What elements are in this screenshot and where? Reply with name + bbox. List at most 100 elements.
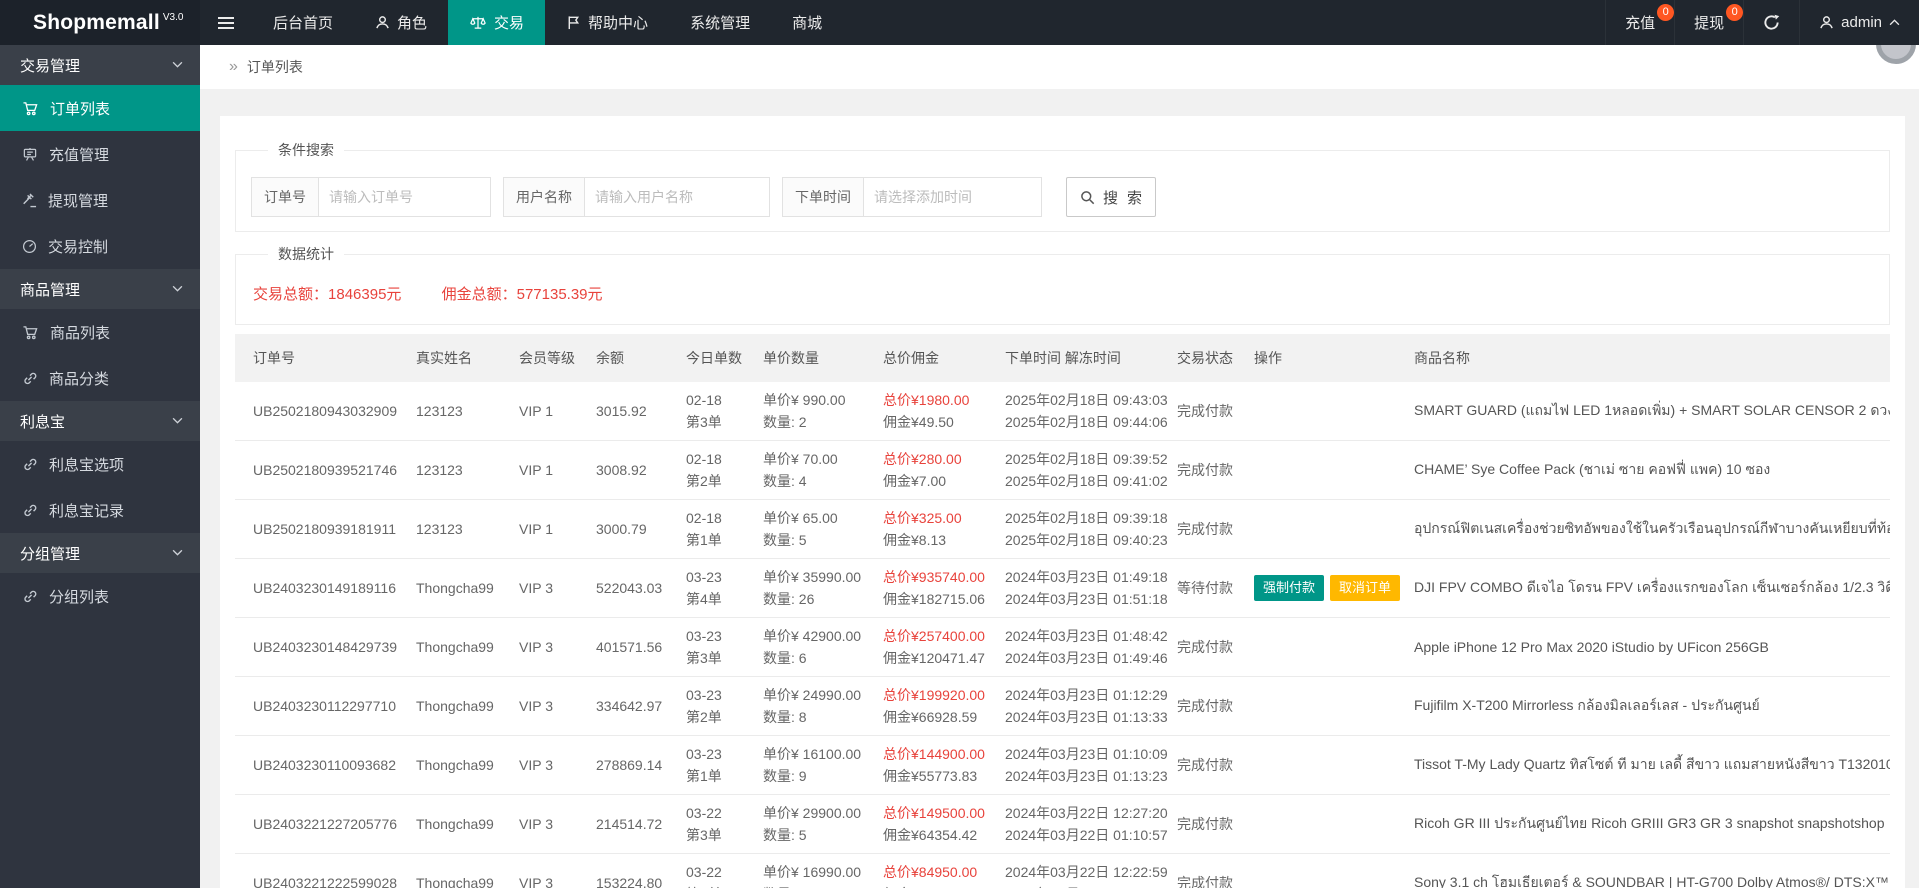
actions-cell bbox=[1246, 382, 1406, 441]
column-header: 下单时间 解冻时间 bbox=[997, 334, 1169, 382]
today-order-count: 第3单 bbox=[686, 414, 722, 430]
vip-level-cell: VIP 1 bbox=[511, 440, 588, 500]
nav-item-角色[interactable]: 角色 bbox=[354, 0, 448, 45]
app-logo: Shopmemall V3.0 bbox=[0, 0, 200, 45]
chevron-down-icon bbox=[172, 549, 183, 556]
unfreeze-time: 2024年03月22日 12:28:09 bbox=[1005, 883, 1168, 888]
unit-price: 单价¥ 42900.00 bbox=[763, 628, 862, 644]
today-date: 02-18 bbox=[686, 510, 722, 526]
real-name-cell: Thongcha99 bbox=[408, 558, 511, 618]
sidebar-item-label: 商品分类 bbox=[49, 370, 110, 388]
order-time: 2024年03月23日 01:49:18 bbox=[1005, 569, 1168, 585]
user-icon bbox=[1819, 15, 1834, 30]
search-input-下单时间[interactable] bbox=[864, 177, 1042, 217]
sidebar-group-分组管理[interactable]: 分组管理 bbox=[0, 533, 200, 573]
sidebar-item-label: 订单列表 bbox=[50, 100, 111, 118]
commission: 佣金¥49.50 bbox=[883, 414, 954, 430]
force-pay-button[interactable]: 强制付款 bbox=[1254, 575, 1325, 601]
sidebar-item-label: 提现管理 bbox=[48, 192, 109, 210]
unit-price-qty-cell: 单价¥ 35990.00 数量: 26 bbox=[755, 558, 875, 618]
top-navbar: Shopmemall V3.0 后台首页 角色 交易 帮助中心 系统管理 商城 充值 0 … bbox=[0, 0, 1919, 45]
sidebar-group-label: 交易管理 bbox=[20, 57, 81, 75]
order-no-cell: UB2403230149189116 bbox=[235, 558, 408, 618]
column-header: 真实姓名 bbox=[408, 334, 511, 382]
admin-user-menu[interactable]: admin bbox=[1799, 0, 1919, 45]
actions-cell: 强制付款 取消订单 bbox=[1246, 558, 1406, 618]
search-group-订单号: 订单号 bbox=[251, 177, 491, 217]
nav-item-商城[interactable]: 商城 bbox=[771, 0, 843, 45]
balance-cell: 278869.14 bbox=[588, 735, 678, 795]
order-no-cell: UB2403230148429739 bbox=[235, 617, 408, 677]
user-icon bbox=[375, 15, 390, 30]
sidebar-item-利息宝记录[interactable]: 利息宝记录 bbox=[0, 487, 200, 533]
nav-item-后台首页[interactable]: 后台首页 bbox=[252, 0, 354, 45]
sidebar-item-充值管理[interactable]: 充值管理 bbox=[0, 131, 200, 177]
chevron-down-icon bbox=[172, 61, 183, 68]
unfreeze-time: 2025年02月18日 09:40:23 bbox=[1005, 532, 1168, 548]
total-commission-cell: 总价¥144900.00 佣金¥55773.83 bbox=[875, 735, 997, 795]
cancel-order-button[interactable]: 取消订单 bbox=[1330, 575, 1401, 601]
sidebar-group-label: 利息宝 bbox=[20, 413, 66, 431]
sidebar-toggle-button[interactable] bbox=[200, 0, 252, 45]
sidebar-item-交易控制[interactable]: 交易控制 bbox=[0, 223, 200, 269]
vip-level-cell: VIP 3 bbox=[511, 676, 588, 736]
order-no-cell: UB2502180939521746 bbox=[235, 440, 408, 500]
commission: 佣金¥61289.92 bbox=[883, 883, 989, 888]
column-header: 会员等级 bbox=[511, 334, 588, 382]
recharge-menu-item[interactable]: 充值 0 bbox=[1605, 0, 1675, 45]
total-price: 总价¥1980.00 bbox=[883, 392, 970, 408]
actions-cell bbox=[1246, 676, 1406, 736]
total-commission-cell: 总价¥84950.00 佣金¥61289.92 bbox=[875, 853, 997, 888]
sidebar-item-订单列表[interactable]: 订单列表 bbox=[0, 85, 200, 131]
unfreeze-time: 2025年02月18日 09:44:06 bbox=[1005, 414, 1168, 430]
real-name-cell: Thongcha99 bbox=[408, 735, 511, 795]
today-orders-cell: 03-23 第2单 bbox=[678, 676, 755, 736]
commission: 佣金¥120471.47 bbox=[883, 650, 985, 666]
sidebar-group-商品管理[interactable]: 商品管理 bbox=[0, 269, 200, 309]
unit-price: 单价¥ 16990.00 bbox=[763, 864, 862, 880]
search-input-用户名称[interactable] bbox=[585, 177, 770, 217]
balance-cell: 522043.03 bbox=[588, 558, 678, 618]
column-header: 交易状态 bbox=[1169, 334, 1246, 382]
today-orders-cell: 03-23 第1单 bbox=[678, 735, 755, 795]
search-button[interactable]: 搜索 bbox=[1066, 177, 1157, 217]
total-price: 总价¥280.00 bbox=[883, 451, 962, 467]
nav-item-帮助中心[interactable]: 帮助中心 bbox=[545, 0, 669, 45]
nav-item-交易[interactable]: 交易 bbox=[448, 0, 546, 45]
product-name-cell: DJI FPV COMBO ดีเจไอ โดรน FPV เครื่องแรก… bbox=[1406, 558, 1890, 618]
balance-cell: 3015.92 bbox=[588, 382, 678, 441]
product-name-cell: SMART GUARD (แถมไฟ LED 1หลอดเพิ่ม) + SMA… bbox=[1406, 382, 1890, 441]
withdraw-menu-item[interactable]: 提现 0 bbox=[1674, 0, 1744, 45]
table-row: UB2403230149189116 Thongcha99 VIP 3 522043.… bbox=[235, 558, 1890, 618]
sidebar-group-label: 商品管理 bbox=[20, 281, 81, 299]
column-header: 订单号 bbox=[235, 334, 408, 382]
unit-price: 单价¥ 70.00 bbox=[763, 451, 838, 467]
sidebar-item-利息宝选项[interactable]: 利息宝选项 bbox=[0, 441, 200, 487]
refresh-button[interactable] bbox=[1743, 0, 1799, 45]
sidebar-item-商品列表[interactable]: 商品列表 bbox=[0, 309, 200, 355]
sidebar-group-利息宝[interactable]: 利息宝 bbox=[0, 401, 200, 441]
unit-price-qty-cell: 单价¥ 990.00 数量: 2 bbox=[755, 382, 875, 441]
real-name-cell: Thongcha99 bbox=[408, 676, 511, 736]
scales-icon bbox=[469, 15, 487, 30]
sidebar-item-label: 充值管理 bbox=[49, 146, 110, 164]
breadcrumb: » 订单列表 bbox=[200, 45, 1919, 89]
quantity: 数量: 8 bbox=[763, 709, 807, 725]
sidebar-item-分组列表[interactable]: 分组列表 bbox=[0, 573, 200, 619]
real-name-cell: 123123 bbox=[408, 382, 511, 441]
vip-level-cell: VIP 1 bbox=[511, 382, 588, 441]
sidebar-item-商品分类[interactable]: 商品分类 bbox=[0, 355, 200, 401]
order-time-cell: 2024年03月23日 01:49:18 2024年03月23日 01:51:18 bbox=[997, 558, 1169, 618]
unfreeze-time: 2025年02月18日 09:41:02 bbox=[1005, 473, 1168, 489]
search-input-订单号[interactable] bbox=[319, 177, 491, 217]
real-name-cell: 123123 bbox=[408, 440, 511, 500]
sidebar-item-提现管理[interactable]: 提现管理 bbox=[0, 177, 200, 223]
status-cell: 完成付款 bbox=[1169, 735, 1246, 795]
order-no-cell: UB2403221222599028 bbox=[235, 853, 408, 888]
nav-item-系统管理[interactable]: 系统管理 bbox=[669, 0, 771, 45]
unit-price-qty-cell: 单价¥ 29900.00 数量: 5 bbox=[755, 794, 875, 854]
app-version: V3.0 bbox=[162, 12, 184, 23]
today-orders-cell: 03-22 第2单 bbox=[678, 853, 755, 888]
table-row: UB2502180943032909 123123 VIP 1 3015.92 02-1… bbox=[235, 382, 1890, 441]
sidebar-group-交易管理[interactable]: 交易管理 bbox=[0, 45, 200, 85]
